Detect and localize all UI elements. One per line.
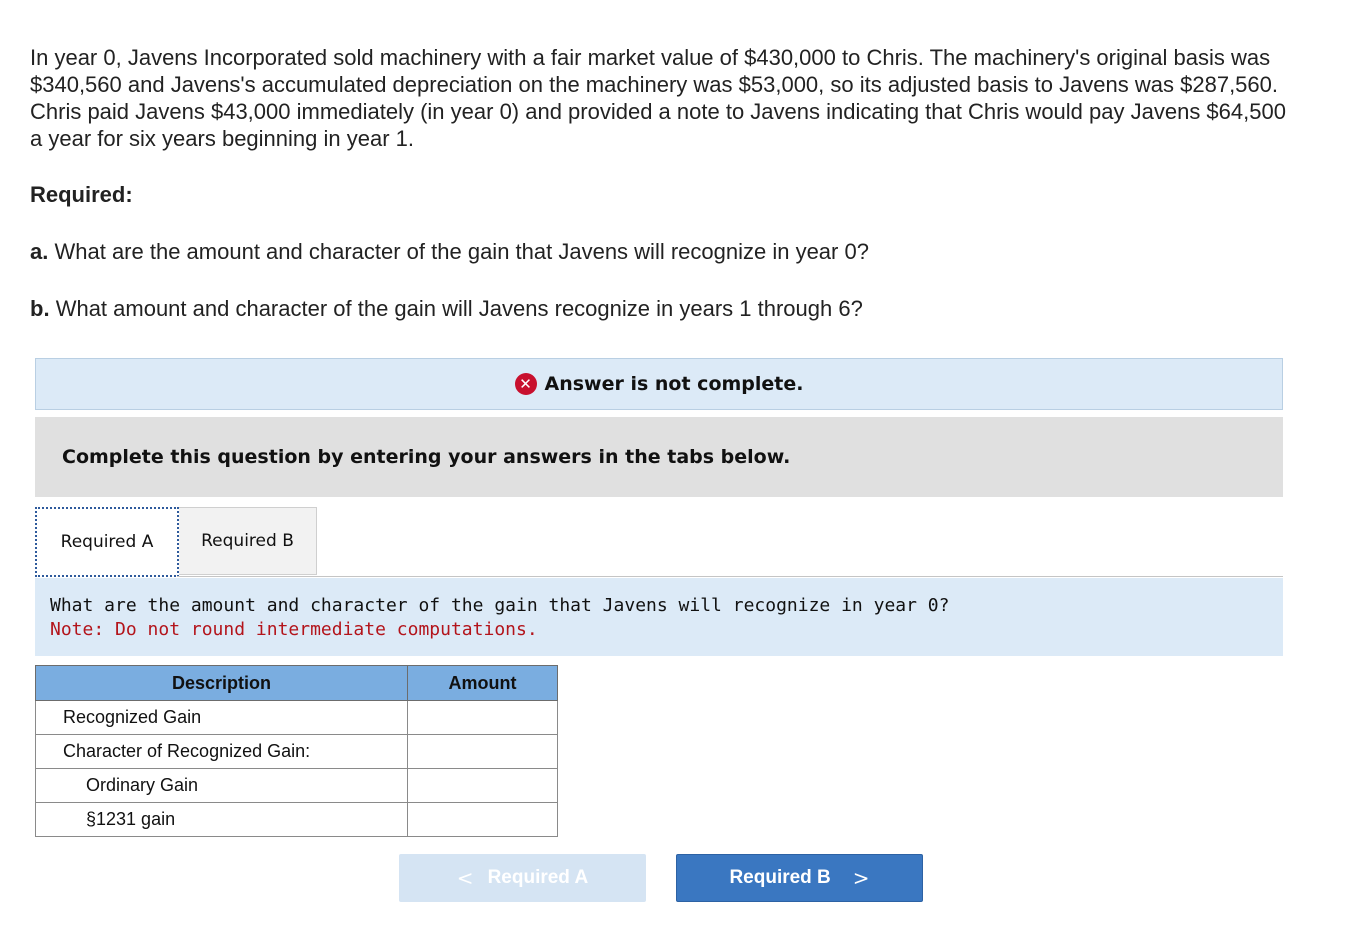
required-heading: Required: — [30, 182, 133, 207]
table-header-row: Description Amount — [35, 665, 558, 701]
instruction-banner: Complete this question by entering your … — [35, 417, 1283, 497]
question-a-label: a. — [30, 239, 49, 264]
table-row: §1231 gain — [35, 802, 558, 837]
question-b-label: b. — [30, 296, 50, 321]
tab-bar: Required A Required B — [35, 507, 317, 577]
problem-statement: In year 0, Javens Incorporated sold mach… — [30, 45, 1286, 151]
tab-required-b[interactable]: Required B — [179, 507, 317, 575]
row-description: Ordinary Gain — [35, 768, 408, 803]
table-row: Character of Recognized Gain: — [35, 734, 558, 769]
table-row: Ordinary Gain — [35, 768, 558, 803]
row-description: Character of Recognized Gain: — [35, 734, 408, 769]
question-b-text: What amount and character of the gain wi… — [55, 296, 863, 321]
question-a: a. What are the amount and character of … — [30, 239, 869, 265]
prev-required-a-button[interactable]: < Required A — [399, 854, 646, 902]
header-amount: Amount — [407, 665, 558, 701]
answer-table: Description Amount Recognized Gain Chara… — [35, 665, 558, 837]
answer-status-text: Answer is not complete. — [544, 373, 804, 395]
header-description: Description — [35, 665, 408, 701]
row-description: §1231 gain — [35, 802, 408, 837]
next-required-b-button[interactable]: Required B > — [676, 854, 923, 902]
ordinary-gain-amount-cell[interactable] — [407, 768, 558, 803]
chevron-right-icon: > — [852, 866, 870, 890]
answer-status-bar: ✕ Answer is not complete. — [35, 358, 1283, 410]
recognized-gain-input[interactable] — [408, 701, 557, 734]
table-row: Recognized Gain — [35, 700, 558, 735]
prompt-question: What are the amount and character of the… — [50, 595, 950, 616]
chevron-left-icon: < — [456, 866, 474, 890]
character-amount-cell — [407, 734, 558, 769]
question-a-text: What are the amount and character of the… — [54, 239, 869, 264]
recognized-gain-amount-cell[interactable] — [407, 700, 558, 735]
instruction-text: Complete this question by entering your … — [62, 446, 791, 468]
x-icon: ✕ — [514, 373, 537, 395]
prev-button-label: Required A — [487, 867, 589, 888]
section-1231-gain-input[interactable] — [408, 803, 557, 836]
tab-required-a[interactable]: Required A — [35, 507, 179, 577]
next-button-label: Required B — [729, 867, 831, 888]
prompt-note: Note: Do not round intermediate computat… — [50, 619, 538, 640]
question-prompt: What are the amount and character of the… — [35, 578, 1283, 656]
question-b: b. What amount and character of the gain… — [30, 296, 863, 322]
tab-divider — [177, 576, 1283, 577]
row-description: Recognized Gain — [35, 700, 408, 735]
ordinary-gain-input[interactable] — [408, 769, 557, 802]
section-1231-amount-cell[interactable] — [407, 802, 558, 837]
